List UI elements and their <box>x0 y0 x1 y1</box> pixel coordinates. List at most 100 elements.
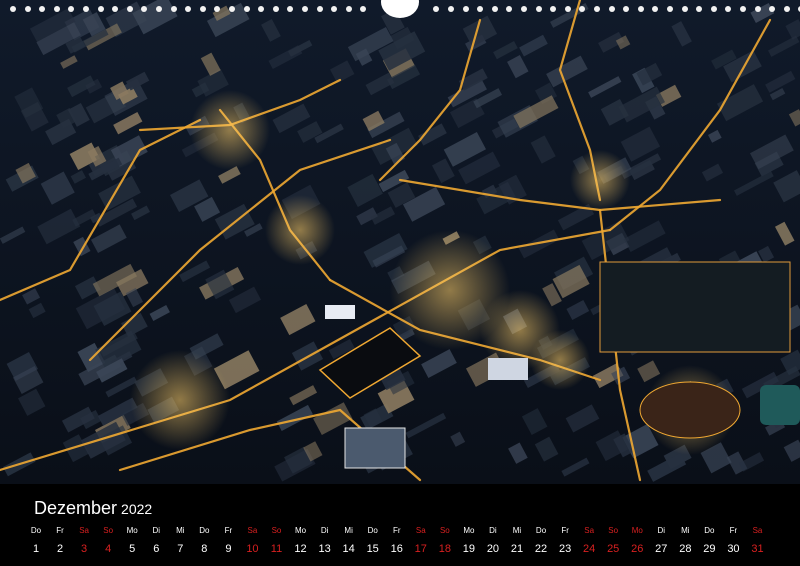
day-number: 30 <box>727 543 740 555</box>
binding-hole <box>550 6 556 12</box>
day-cell: Do 8 <box>192 526 216 556</box>
day-cell: Fr 16 <box>385 526 409 556</box>
day-cell: Fr 30 <box>721 526 745 556</box>
day-number: 17 <box>414 543 427 555</box>
weekday-label: Sa <box>752 526 763 535</box>
weekday-label: Sa <box>415 526 426 535</box>
day-cell: Sa 24 <box>577 526 601 556</box>
binding-hole <box>302 6 308 12</box>
binding-hole <box>54 6 60 12</box>
binding-hole <box>652 6 658 12</box>
binding-hole <box>769 6 775 12</box>
weekday-label: Fr <box>729 526 738 535</box>
binding-hole <box>638 6 644 12</box>
palace-courtyard <box>599 261 791 353</box>
day-number: 7 <box>177 543 184 555</box>
day-number: 24 <box>583 543 596 555</box>
day-cell: So 4 <box>96 526 120 556</box>
weekday-label: Sa <box>584 526 595 535</box>
day-cell: Mo 12 <box>289 526 313 556</box>
binding-hole <box>463 6 469 12</box>
light-glow <box>190 90 270 170</box>
weekday-label: Fr <box>56 526 64 535</box>
day-number: 28 <box>679 543 692 555</box>
binding-hole <box>171 6 177 12</box>
day-cell: Do 1 <box>24 526 48 556</box>
binding-hole <box>258 6 264 12</box>
day-cell: Mo 19 <box>457 526 481 556</box>
binding-hole <box>696 6 702 12</box>
light-glow <box>265 195 335 265</box>
day-number: 1 <box>32 543 40 555</box>
city-illustration <box>0 0 800 484</box>
binding-hole <box>287 6 293 12</box>
weekday-label: Di <box>489 526 497 535</box>
day-cell: Fr 23 <box>553 526 577 556</box>
binding-hole <box>68 6 74 12</box>
weekday-label: Mo <box>631 526 643 535</box>
binding-hole <box>784 6 790 12</box>
day-cell: Mo 26 <box>625 526 649 556</box>
binding-hole <box>725 6 731 12</box>
weekday-label: Di <box>657 526 666 535</box>
binding-hole <box>740 6 746 12</box>
binding-hole <box>39 6 45 12</box>
binding-hole <box>244 6 250 12</box>
day-number: 29 <box>703 543 716 555</box>
weekday-label: Mi <box>344 526 353 535</box>
binding-hole <box>711 6 717 12</box>
binding-hole <box>433 6 439 12</box>
day-number: 31 <box>751 543 764 555</box>
binding-hole <box>141 6 147 12</box>
binding-hole <box>346 6 352 12</box>
day-number: 10 <box>246 543 259 555</box>
weekday-label: So <box>271 526 282 535</box>
day-cell: Di 6 <box>144 526 168 556</box>
day-cell: Mi 7 <box>168 526 192 556</box>
green-roof <box>760 385 800 425</box>
day-cell: Sa 31 <box>746 526 770 556</box>
day-cell: Fr 9 <box>216 526 240 556</box>
binding-hole <box>755 6 761 12</box>
day-number: 26 <box>631 543 644 555</box>
grey-roof-building <box>344 427 406 469</box>
day-cell: Do 15 <box>361 526 385 556</box>
weekday-label: Di <box>320 526 329 535</box>
day-number: 18 <box>438 543 451 555</box>
day-number: 27 <box>655 543 668 555</box>
binding-hole <box>185 6 191 12</box>
binding-hole <box>214 6 220 12</box>
weekday-label: So <box>439 526 450 535</box>
binding-hole <box>536 6 542 12</box>
binding-hole <box>594 6 600 12</box>
day-number: 2 <box>56 543 64 555</box>
binding-hole <box>10 6 16 12</box>
day-number: 21 <box>510 543 524 555</box>
binding-hole <box>273 6 279 12</box>
day-cell: So 25 <box>601 526 625 556</box>
binding-hole <box>98 6 104 12</box>
day-number: 22 <box>534 543 548 555</box>
day-cell: Sa 17 <box>409 526 433 556</box>
day-cell: So 18 <box>433 526 457 556</box>
day-number: 9 <box>225 543 232 555</box>
weekday-label: Do <box>30 526 42 535</box>
binding-hole <box>448 6 454 12</box>
weekday-label: So <box>103 526 114 535</box>
day-cell: Mi 14 <box>337 526 361 556</box>
binding-hole <box>25 6 31 12</box>
day-number: 20 <box>486 543 500 555</box>
weekday-label: Mi <box>681 526 690 535</box>
weekday-label: Do <box>704 526 715 535</box>
weekday-label: Sa <box>247 526 258 535</box>
binding-hole <box>83 6 89 12</box>
white-roof-building <box>488 358 528 380</box>
day-number: 6 <box>153 543 160 555</box>
binding-hole <box>200 6 206 12</box>
weekday-label: Fr <box>224 526 233 535</box>
binding-hole <box>565 6 571 12</box>
binding-hole <box>506 6 512 12</box>
weekday-label: So <box>608 526 619 535</box>
light-glow <box>570 150 630 210</box>
light-glow <box>130 350 230 450</box>
